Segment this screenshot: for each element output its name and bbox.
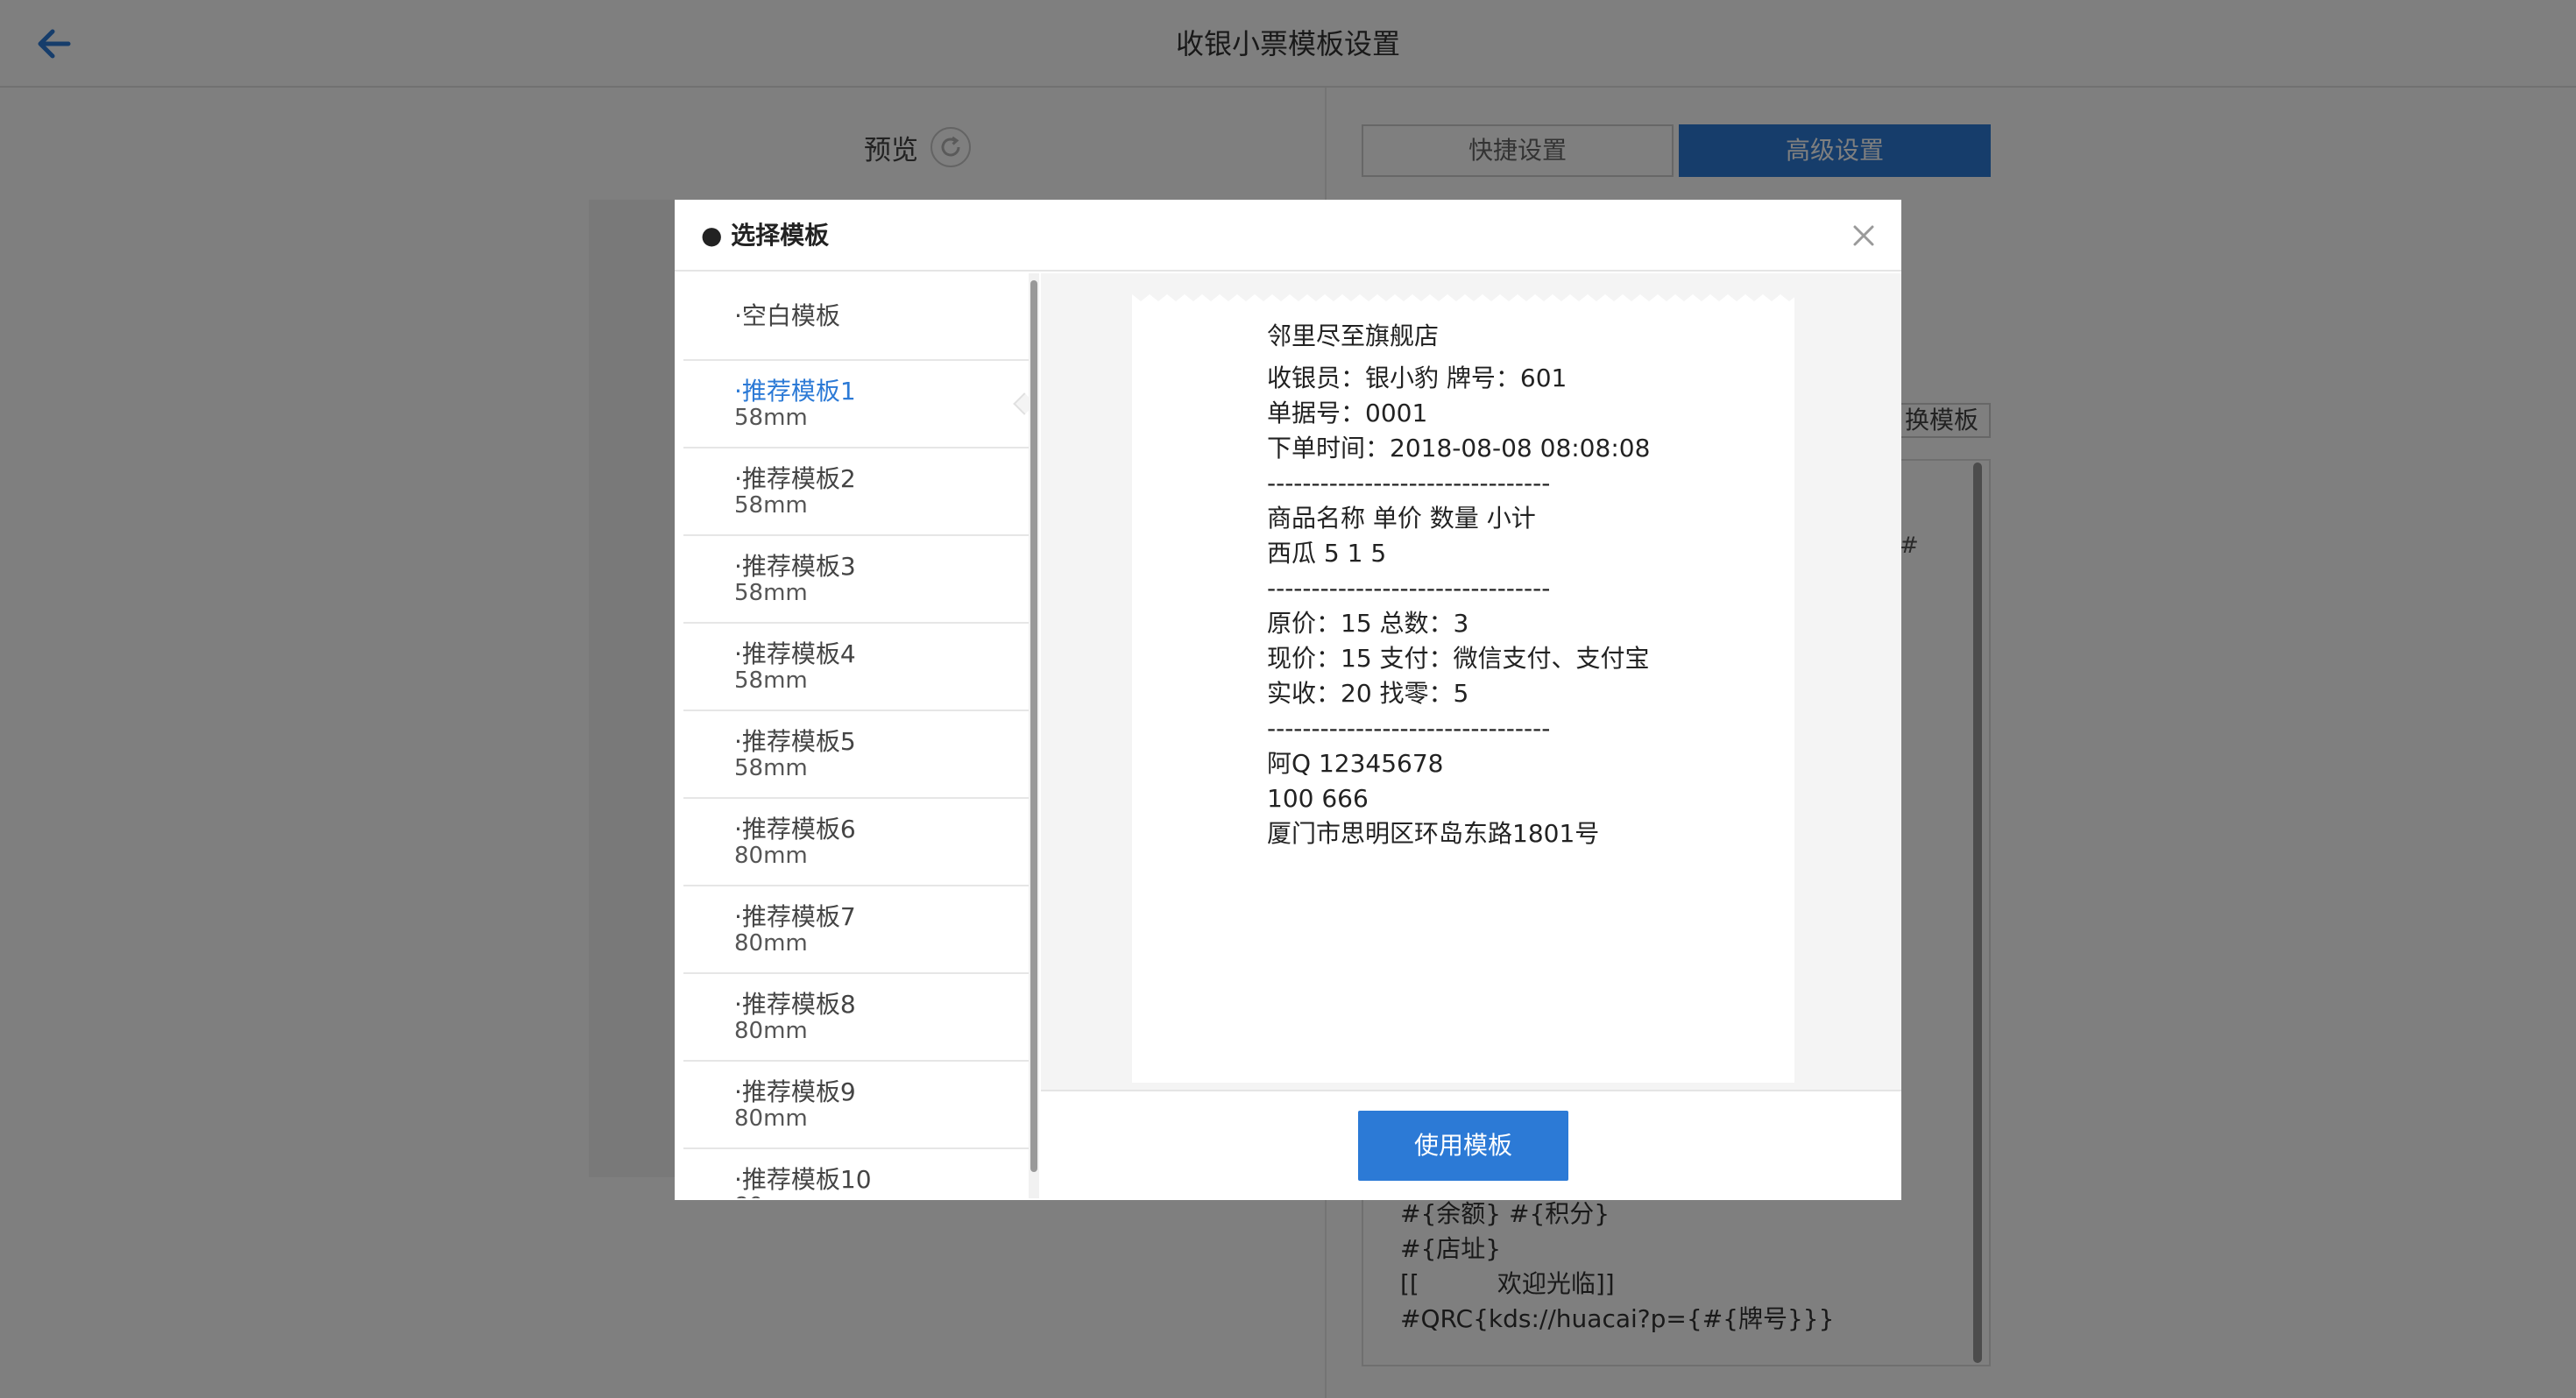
template-size: 58mm [734, 492, 808, 519]
template-item-6[interactable]: ·推荐模板6 80mm [683, 799, 1030, 886]
template-name: ·推荐模板8 [734, 990, 856, 1019]
receipt-line: 商品名称 单价 数量 小计 [1267, 504, 1536, 533]
template-list-scrollbar[interactable] [1029, 273, 1039, 1198]
receipt-paper: 邻里尽至旗舰店 收银员：银小豹 牌号：601 单据号：0001 下单时间：201… [1132, 294, 1794, 1083]
template-name: ·推荐模板4 [734, 639, 856, 668]
receipt-divider: -------------------------------- [1267, 574, 1551, 603]
template-size: 80mm [734, 1105, 808, 1132]
dialog-title: ● 选择模板 [701, 221, 830, 250]
dialog-header: ● 选择模板 [675, 200, 1901, 272]
receipt-line: 厦门市思明区环岛东路1801号 [1267, 819, 1600, 848]
template-item-7[interactable]: ·推荐模板7 80mm [683, 886, 1030, 974]
template-list: ·空白模板 ·推荐模板1 58mm ·推荐模板2 58mm ·推荐模板3 58m… [683, 273, 1030, 1198]
receipt-line: 阿Q 12345678 [1267, 749, 1444, 778]
receipt-line: 收银员：银小豹 牌号：601 [1267, 364, 1568, 392]
template-preview-area: 邻里尽至旗舰店 收银员：银小豹 牌号：601 单据号：0001 下单时间：201… [1041, 273, 1901, 1198]
receipt-line: 下单时间：2018-08-08 08:08:08 [1267, 434, 1651, 462]
template-size: 80mm [734, 1018, 808, 1044]
template-name: ·推荐模板7 [734, 902, 856, 931]
receipt-line: 实收：20 找零：5 [1267, 679, 1469, 708]
receipt-line: 单据号：0001 [1267, 399, 1428, 427]
template-item-2[interactable]: ·推荐模板2 58mm [683, 448, 1030, 536]
template-item-9[interactable]: ·推荐模板9 80mm [683, 1062, 1030, 1149]
select-template-dialog: ● 选择模板 ·空白模板 ·推荐模板1 58mm ·推荐模板2 58mm ·推荐 [675, 200, 1901, 1200]
receipt-line: 100 666 [1267, 784, 1369, 813]
zigzag-edge-icon [1132, 294, 1794, 305]
template-size: 58mm [734, 580, 808, 606]
receipt-line: 西瓜 5 1 5 [1267, 539, 1387, 568]
template-name: ·推荐模板3 [734, 552, 856, 581]
template-size: 58mm [734, 405, 808, 431]
template-item-1[interactable]: ·推荐模板1 58mm [683, 361, 1030, 448]
template-name: ·推荐模板2 [734, 464, 856, 493]
template-item-8[interactable]: ·推荐模板8 80mm [683, 974, 1030, 1062]
template-size: 58mm [734, 755, 808, 781]
dialog-footer: 使用模板 [1041, 1090, 1901, 1200]
template-item-4[interactable]: ·推荐模板4 58mm [683, 624, 1030, 711]
template-name: ·推荐模板10 [734, 1165, 872, 1194]
template-name: ·推荐模板9 [734, 1077, 856, 1106]
template-size: 80mm [734, 843, 808, 869]
receipt-divider: -------------------------------- [1267, 469, 1551, 498]
template-name: ·推荐模板6 [734, 815, 856, 844]
receipt-line: 原价：15 总数：3 [1267, 609, 1469, 638]
close-icon [1853, 225, 1874, 246]
template-name: ·推荐模板1 [734, 377, 856, 406]
template-name: ·推荐模板5 [734, 727, 856, 756]
receipt-line: 现价：15 支付：微信支付、支付宝 [1267, 644, 1650, 673]
template-size: 80mm [734, 1194, 1030, 1198]
receipt-content: 邻里尽至旗舰店 收银员：银小豹 牌号：601 单据号：0001 下单时间：201… [1267, 319, 1670, 851]
template-item-3[interactable]: ·推荐模板3 58mm [683, 536, 1030, 624]
template-size: 58mm [734, 667, 808, 694]
template-item-5[interactable]: ·推荐模板5 58mm [683, 711, 1030, 799]
template-item-10[interactable]: ·推荐模板10 80mm [683, 1149, 1030, 1199]
receipt-divider: -------------------------------- [1267, 714, 1551, 743]
close-button[interactable] [1845, 217, 1882, 254]
template-item-blank[interactable]: ·空白模板 [683, 273, 1030, 361]
scrollbar-thumb[interactable] [1030, 280, 1037, 1172]
use-template-button[interactable]: 使用模板 [1358, 1111, 1568, 1181]
template-size: 80mm [734, 930, 808, 957]
app-root: 收银小票模板设置 预览 快捷设置 高级设置 换模板 # #{余额} #{积分} … [0, 0, 2576, 1398]
template-name: ·空白模板 [734, 301, 840, 330]
receipt-line: 邻里尽至旗舰店 [1267, 321, 1440, 350]
